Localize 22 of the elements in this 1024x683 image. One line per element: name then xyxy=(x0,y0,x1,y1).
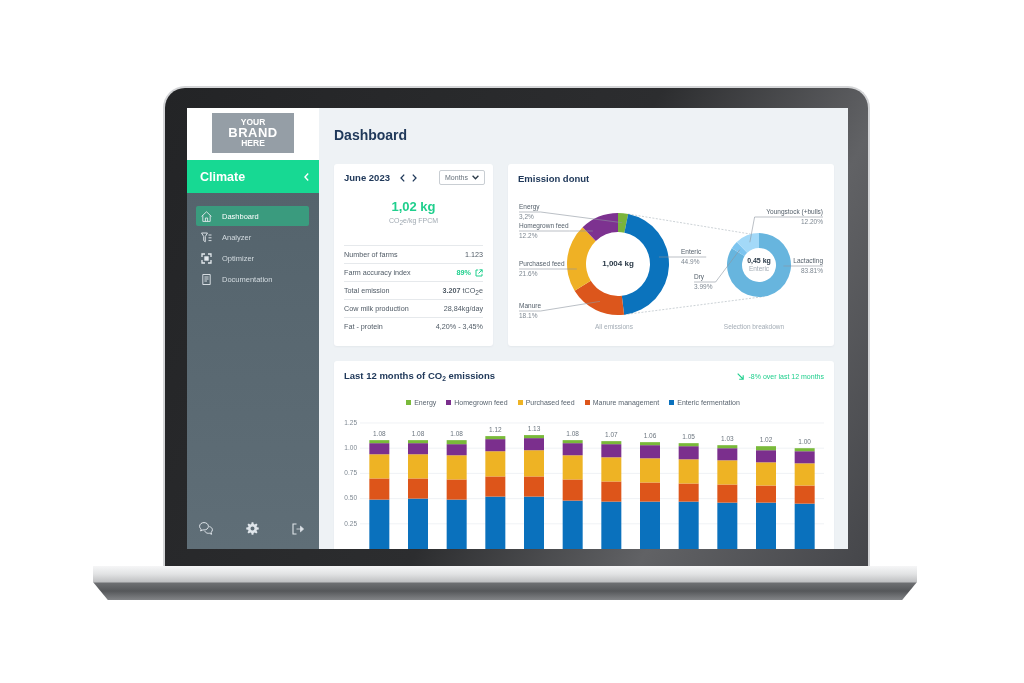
external-link-icon xyxy=(475,268,483,277)
headline-value: 1,02 kg xyxy=(390,199,437,215)
settings-icon[interactable] xyxy=(246,522,259,535)
card-title: Emission donut xyxy=(517,172,591,185)
logout-icon[interactable] xyxy=(292,522,304,535)
donut-center-value: 1,004 kg xyxy=(602,259,634,269)
trend-down-icon xyxy=(736,372,744,380)
document-icon xyxy=(201,274,212,286)
chevron-down-icon xyxy=(472,175,479,180)
period-label: June 2023 xyxy=(344,172,390,183)
leader-line xyxy=(518,268,578,270)
filter-list-icon xyxy=(201,231,212,243)
home-icon xyxy=(201,210,212,222)
chevron-right-icon[interactable] xyxy=(411,173,417,182)
focus-frame-icon xyxy=(201,253,212,265)
module-title: Climate xyxy=(200,169,246,184)
brand-logo: YOUR BRAND HERE xyxy=(212,113,294,153)
chevron-left-icon[interactable] xyxy=(399,173,405,182)
page-title: Dashboard xyxy=(334,127,409,143)
chat-bubbles-icon[interactable] xyxy=(199,522,213,535)
leader-line xyxy=(783,265,824,267)
card-title: Last 12 months of CO$_{2}$ emissions xyxy=(344,370,495,382)
